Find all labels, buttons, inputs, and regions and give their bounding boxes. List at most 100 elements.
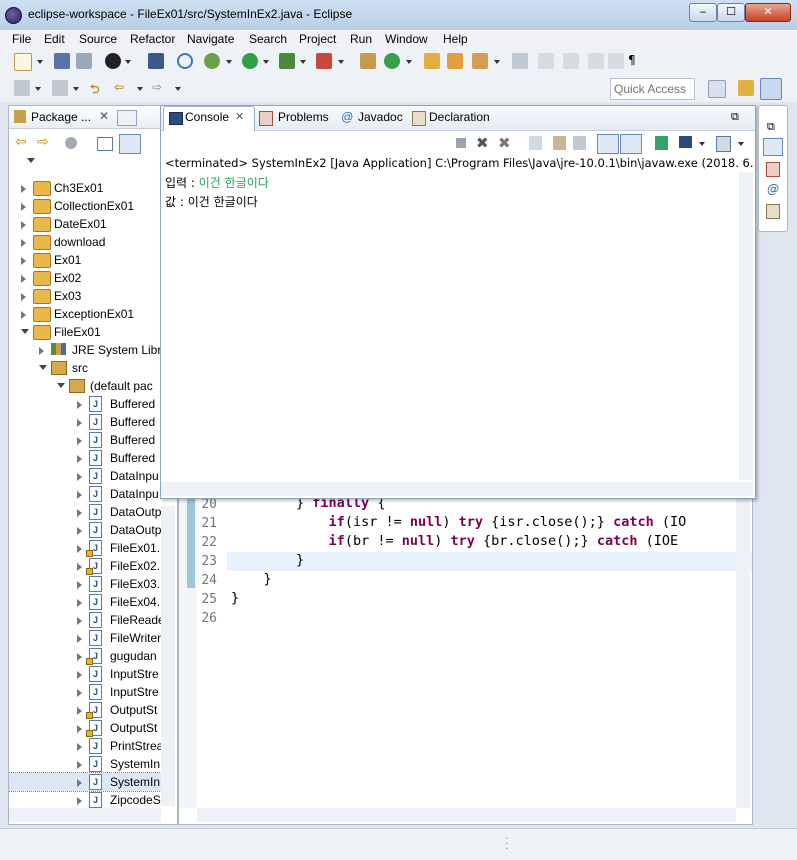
restore-view-icon[interactable]: ⧉	[731, 111, 739, 124]
open-folder-icon[interactable]	[447, 53, 463, 69]
collapsed-arrow-icon[interactable]	[77, 707, 82, 715]
menu-navigate[interactable]: Navigate	[187, 32, 234, 46]
tree-item[interactable]: CollectionEx01	[9, 197, 175, 215]
tree-item[interactable]: J DataInpu	[9, 467, 175, 485]
tree-item[interactable]: J DataOutp	[9, 503, 175, 521]
tab-javadoc[interactable]: Javadoc	[358, 110, 403, 124]
menu-source[interactable]: Source	[79, 32, 117, 46]
search-icon[interactable]	[472, 53, 488, 69]
collapsed-arrow-icon[interactable]	[77, 635, 82, 643]
new-class-icon[interactable]	[384, 53, 400, 69]
display-selected-console-icon[interactable]	[679, 136, 692, 148]
minimize-button[interactable]: ‒	[689, 3, 717, 22]
open-console-icon[interactable]	[716, 136, 731, 152]
forward-icon[interactable]: ⇨	[152, 80, 168, 96]
tab-declaration[interactable]: Declaration	[429, 110, 490, 124]
console-vertical-scrollbar[interactable]	[739, 172, 753, 480]
tree-item[interactable]: J Buffered	[9, 449, 175, 467]
tree-item[interactable]: J Buffered	[9, 395, 175, 413]
pilcrow-icon[interactable]: ¶	[628, 53, 644, 69]
collapsed-arrow-icon[interactable]	[77, 653, 82, 661]
back-icon[interactable]: ⇦	[114, 80, 130, 96]
collapsed-arrow-icon[interactable]	[77, 761, 82, 769]
explorer-horizontal-scrollbar[interactable]	[9, 808, 161, 822]
collapsed-arrow-icon[interactable]	[77, 743, 82, 751]
java-editor[interactable]: 20 } finally {21 if(isr != null) try {is…	[178, 495, 753, 825]
collapsed-arrow-icon[interactable]	[21, 185, 26, 193]
menu-run[interactable]: Run	[350, 32, 372, 46]
java-perspective-icon[interactable]	[760, 78, 782, 100]
save-all-icon[interactable]	[76, 53, 92, 69]
collapsed-arrow-icon[interactable]	[77, 419, 82, 427]
menu-project[interactable]: Project	[299, 32, 336, 46]
tree-item[interactable]: J OutputSt	[9, 701, 175, 719]
tree-item[interactable]: J InputStre	[9, 683, 175, 701]
open-perspective-icon[interactable]	[708, 80, 726, 98]
new-java-project-icon[interactable]	[360, 53, 376, 69]
tree-item[interactable]: J Buffered	[9, 431, 175, 449]
menu-edit[interactable]: Edit	[44, 32, 65, 46]
menu-window[interactable]: Window	[385, 32, 428, 46]
collapsed-arrow-icon[interactable]	[21, 221, 26, 229]
show-whitespace-icon[interactable]	[608, 53, 624, 69]
annotation-icon[interactable]	[512, 53, 528, 69]
tree-item[interactable]: J FileEx03.	[9, 575, 175, 593]
tree-item[interactable]: J DataInpu	[9, 485, 175, 503]
collapsed-arrow-icon[interactable]	[77, 527, 82, 535]
tree-item[interactable]: J ZipcodeS	[9, 791, 175, 809]
collapsed-arrow-icon[interactable]	[77, 725, 82, 733]
collapsed-arrow-icon[interactable]	[21, 311, 26, 319]
collapsed-arrow-icon[interactable]	[77, 473, 82, 481]
collapsed-arrow-icon[interactable]	[77, 617, 82, 625]
collapsed-arrow-icon[interactable]	[77, 437, 82, 445]
tree-item[interactable]: ExceptionEx01	[9, 305, 175, 323]
java-ee-perspective-icon[interactable]	[738, 80, 754, 96]
declaration-icon[interactable]	[766, 204, 780, 219]
menu-search[interactable]: Search	[249, 32, 287, 46]
tree-item[interactable]: J DataOutp	[9, 521, 175, 539]
tree-item[interactable]: J SystemIn	[9, 772, 175, 792]
run-icon[interactable]	[242, 53, 258, 69]
collapsed-arrow-icon[interactable]	[21, 239, 26, 247]
tree-item[interactable]: JRE System Libr	[9, 341, 175, 359]
block-selection-icon[interactable]	[588, 53, 604, 69]
show-on-stdout-icon[interactable]	[597, 134, 619, 154]
collapsed-arrow-icon[interactable]	[77, 545, 82, 553]
tree-item[interactable]: DateEx01	[9, 215, 175, 233]
show-on-stderr-icon[interactable]	[620, 134, 642, 154]
tree-item[interactable]: Ch3Ex01	[9, 179, 175, 197]
restore-icon[interactable]: ⧉	[767, 120, 775, 134]
next-annotation-icon[interactable]	[14, 80, 30, 96]
tree-item[interactable]: download	[9, 233, 175, 251]
collapsed-arrow-icon[interactable]	[21, 257, 26, 265]
collapsed-arrow-icon[interactable]	[77, 563, 82, 571]
maximize-button[interactable]: ☐	[717, 3, 745, 22]
tree-item[interactable]: J Buffered	[9, 413, 175, 431]
toggle-word-wrap-icon[interactable]	[563, 53, 579, 69]
tree-item[interactable]: J FileWriter	[9, 629, 175, 647]
remove-all-terminated-icon[interactable]: ✖	[498, 134, 511, 152]
expanded-arrow-icon[interactable]	[57, 383, 65, 388]
console-icon[interactable]	[763, 138, 783, 156]
quick-access-input[interactable]	[610, 78, 695, 100]
menu-help[interactable]: Help	[443, 32, 468, 46]
expanded-arrow-icon[interactable]	[39, 365, 47, 370]
collapsed-arrow-icon[interactable]	[77, 581, 82, 589]
save-icon[interactable]	[54, 53, 70, 69]
tree-item[interactable]: src	[9, 359, 175, 377]
collapsed-arrow-icon[interactable]	[77, 599, 82, 607]
expanded-arrow-icon[interactable]	[21, 329, 29, 334]
collapsed-arrow-icon[interactable]	[77, 401, 82, 409]
coverage-icon[interactable]	[279, 53, 295, 69]
terminate-icon[interactable]	[456, 138, 466, 148]
tab-problems[interactable]: Problems	[278, 110, 329, 124]
tree-item[interactable]: J OutputSt	[9, 719, 175, 737]
collapsed-arrow-icon[interactable]	[77, 509, 82, 517]
word-wrap-icon[interactable]	[573, 136, 586, 150]
remove-launch-icon[interactable]: ✖	[476, 134, 489, 152]
collapsed-arrow-icon[interactable]	[77, 671, 82, 679]
collapsed-arrow-icon[interactable]	[21, 275, 26, 283]
tree-item[interactable]: J FileEx01.	[9, 539, 175, 557]
tree-item[interactable]: J FileReade	[9, 611, 175, 629]
editor-horizontal-scrollbar[interactable]	[197, 808, 736, 822]
